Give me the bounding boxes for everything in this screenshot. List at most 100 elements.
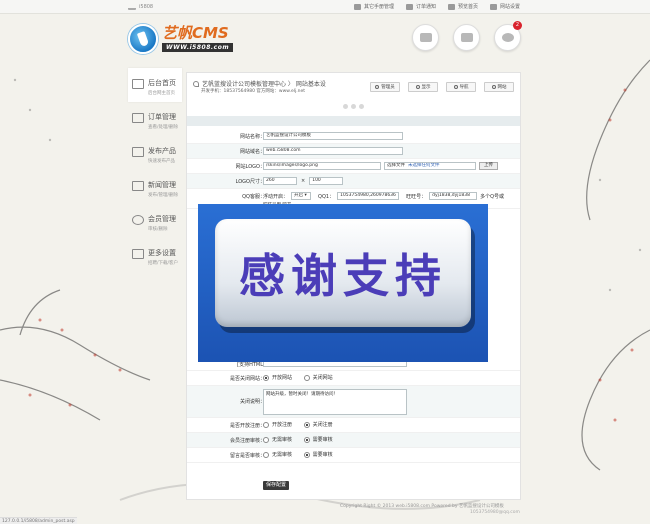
dashboard-icon (132, 79, 144, 89)
mail-icon (405, 3, 413, 10)
field-label: 会员注册审核： (229, 438, 265, 444)
close-site-radio[interactable]: 关闭网站 (303, 374, 333, 381)
nav-button[interactable]: 导航 (446, 82, 476, 92)
section-header (187, 116, 520, 126)
messages-button[interactable]: 2 (494, 21, 522, 51)
float-select[interactable]: 开启 ▾ (291, 192, 312, 200)
nav-icon (453, 85, 458, 89)
radio-label: 关闭注册 (312, 422, 333, 428)
sidebar-item-products[interactable]: 发布产品 快速发布产品 (128, 136, 182, 170)
row-close-reason: 关闭说明： 网站升级，暂时关闭！请期待访问！ (187, 386, 520, 418)
sidebar-item-sub: 查看/处理/删除 (148, 125, 179, 130)
sidebar-item-dashboard[interactable]: 后台首页 后台网主首页 (128, 68, 182, 102)
sidebar-item-sub: 审核/删除 (148, 227, 168, 232)
register-close-radio[interactable]: 关闭注册 (303, 421, 333, 428)
file-picker[interactable]: 选择文件 未选择任何文件 (384, 162, 476, 170)
sidebar-item-sub: 后台网主首页 (148, 91, 175, 96)
site-link[interactable]: i5808 (128, 3, 153, 10)
site-icon (491, 85, 496, 89)
row-logo: 网站LOGO： /skins/images/logo.png 选择文件 未选择任… (187, 159, 520, 174)
field-label: 留言是否审核： (229, 453, 265, 459)
sidebar: 后台首页 后台网主首页 订单管理 查看/处理/删除 发布产品 快速发布产品 新闻… (128, 68, 182, 272)
display-icon (415, 85, 420, 89)
radio-dot (263, 451, 269, 458)
display-button[interactable]: 显示 (408, 82, 438, 92)
row-comment-review: 留言是否审核： 无需审核 需要审核 (187, 448, 520, 463)
truck-icon (460, 33, 473, 42)
radio-label: 无需审核 (272, 452, 293, 458)
top-link-label: 订单通知 (415, 4, 436, 10)
comment-no-review-radio[interactable]: 无需审核 (263, 451, 292, 458)
radio-dot (263, 436, 269, 443)
logo-width-input[interactable]: 260 (263, 177, 297, 185)
breadcrumb: 艺帆蓝搜设计公司模板管理中心 〉 网站基本设 (193, 79, 326, 88)
radio-dot (263, 421, 269, 428)
top-link-settings[interactable]: 网站设置 (489, 3, 520, 10)
top-link-manual[interactable]: 其它手册管理 (353, 3, 394, 10)
sidebar-item-sub: 招聘/下载/客户 (148, 261, 179, 266)
orders-icon (132, 113, 144, 123)
field-label: 网站名称： (239, 134, 265, 140)
sidebar-item-label: 新闻管理 (148, 181, 176, 189)
quick-button-label: 导航 (459, 85, 469, 90)
footer-qq[interactable]: 1053754980@qq.com (470, 510, 520, 515)
site-button[interactable]: 网站 (484, 82, 514, 92)
radio-label: 无需审核 (272, 437, 293, 443)
field-label: QQ客服： (242, 194, 265, 200)
radio-label: 需要审核 (312, 452, 333, 458)
comment-review-radio[interactable]: 需要审核 (303, 451, 333, 458)
doc-icon (353, 3, 361, 10)
logo-url: WWW.i5808.com (162, 43, 234, 52)
open-site-radio[interactable]: 开放网站 (263, 374, 292, 381)
chat-icon (501, 33, 514, 42)
sidebar-item-label: 后台首页 (148, 79, 176, 87)
row-domain: 网站域名： web.i5808.com (187, 144, 520, 159)
status-bar: 127.0.0.1/i5808/admin_post.asp (0, 517, 77, 524)
float-label: 浮动开启： (263, 193, 289, 200)
breadcrumb-text: 艺帆蓝搜设计公司模板管理中心 〉 网站基本设 (202, 81, 326, 88)
top-link-orders[interactable]: 订单通知 (405, 3, 436, 10)
member-no-review-radio[interactable]: 无需审核 (263, 436, 292, 443)
radio-dot (303, 421, 310, 428)
truck-button[interactable] (453, 24, 480, 51)
sidebar-item-label: 发布产品 (148, 147, 176, 155)
times-sign: × (301, 178, 306, 184)
row-site-name: 网站名称： 艺帆蓝搜设计公司模板 (187, 129, 520, 144)
logo-height-input[interactable]: 100 (309, 177, 344, 185)
domain-input[interactable]: web.i5808.com (263, 147, 403, 155)
member-review-radio[interactable]: 需要审核 (303, 436, 333, 443)
multi-hint: 多个Q号或 (480, 193, 505, 200)
radio-label: 需要审核 (312, 437, 333, 443)
radio-dot (303, 374, 310, 381)
radio-dot (263, 374, 269, 381)
sidebar-item-label: 更多设置 (148, 249, 176, 257)
field-label: 网站域名： (239, 149, 265, 155)
sidebar-item-sub: 快速发布产品 (148, 159, 175, 164)
logo-path-input[interactable]: /skins/images/logo.png (263, 162, 381, 170)
logo[interactable]: 艺帆CMS WWW.i5808.com (128, 22, 238, 58)
sidebar-item-members[interactable]: 会员管理 审核/删除 (128, 204, 182, 238)
wangwang-input[interactable]: dyj1838,dyj1838 (429, 192, 478, 200)
upload-button[interactable]: 上传 (479, 162, 498, 170)
thanks-card: 感谢支持 (215, 219, 471, 327)
file-button[interactable]: 选择文件 (387, 163, 405, 169)
qq-number-input[interactable]: 1053754980,260978636 (337, 192, 400, 200)
sidebar-item-more[interactable]: 更多设置 招聘/下载/客户 (128, 238, 182, 272)
close-reason-textarea[interactable]: 网站升级，暂时关闭！请期待访问！ (263, 389, 407, 415)
sidebar-item-news[interactable]: 新闻管理 发布/管理/删除 (128, 170, 182, 204)
radio-label: 关闭网站 (312, 375, 333, 381)
sidebar-item-orders[interactable]: 订单管理 查看/处理/删除 (128, 102, 182, 136)
field-label: 关闭说明： (239, 399, 265, 405)
site-name-input[interactable]: 艺帆蓝搜设计公司模板 (263, 132, 403, 140)
top-link-preview[interactable]: 预览首页 (447, 3, 478, 10)
top-links: 其它手册管理 订单通知 预览首页 网站设置 (353, 3, 520, 10)
save-button[interactable]: 保存配置 (263, 481, 290, 490)
radio-dot (303, 451, 310, 458)
file-status: 未选择任何文件 (408, 163, 440, 168)
home-icon (128, 3, 136, 10)
admin-button[interactable]: 管理员 (370, 82, 400, 92)
users-button[interactable] (412, 24, 439, 51)
register-open-radio[interactable]: 开放注册 (263, 421, 292, 428)
members-icon (132, 215, 144, 225)
radio-dot (303, 436, 310, 443)
